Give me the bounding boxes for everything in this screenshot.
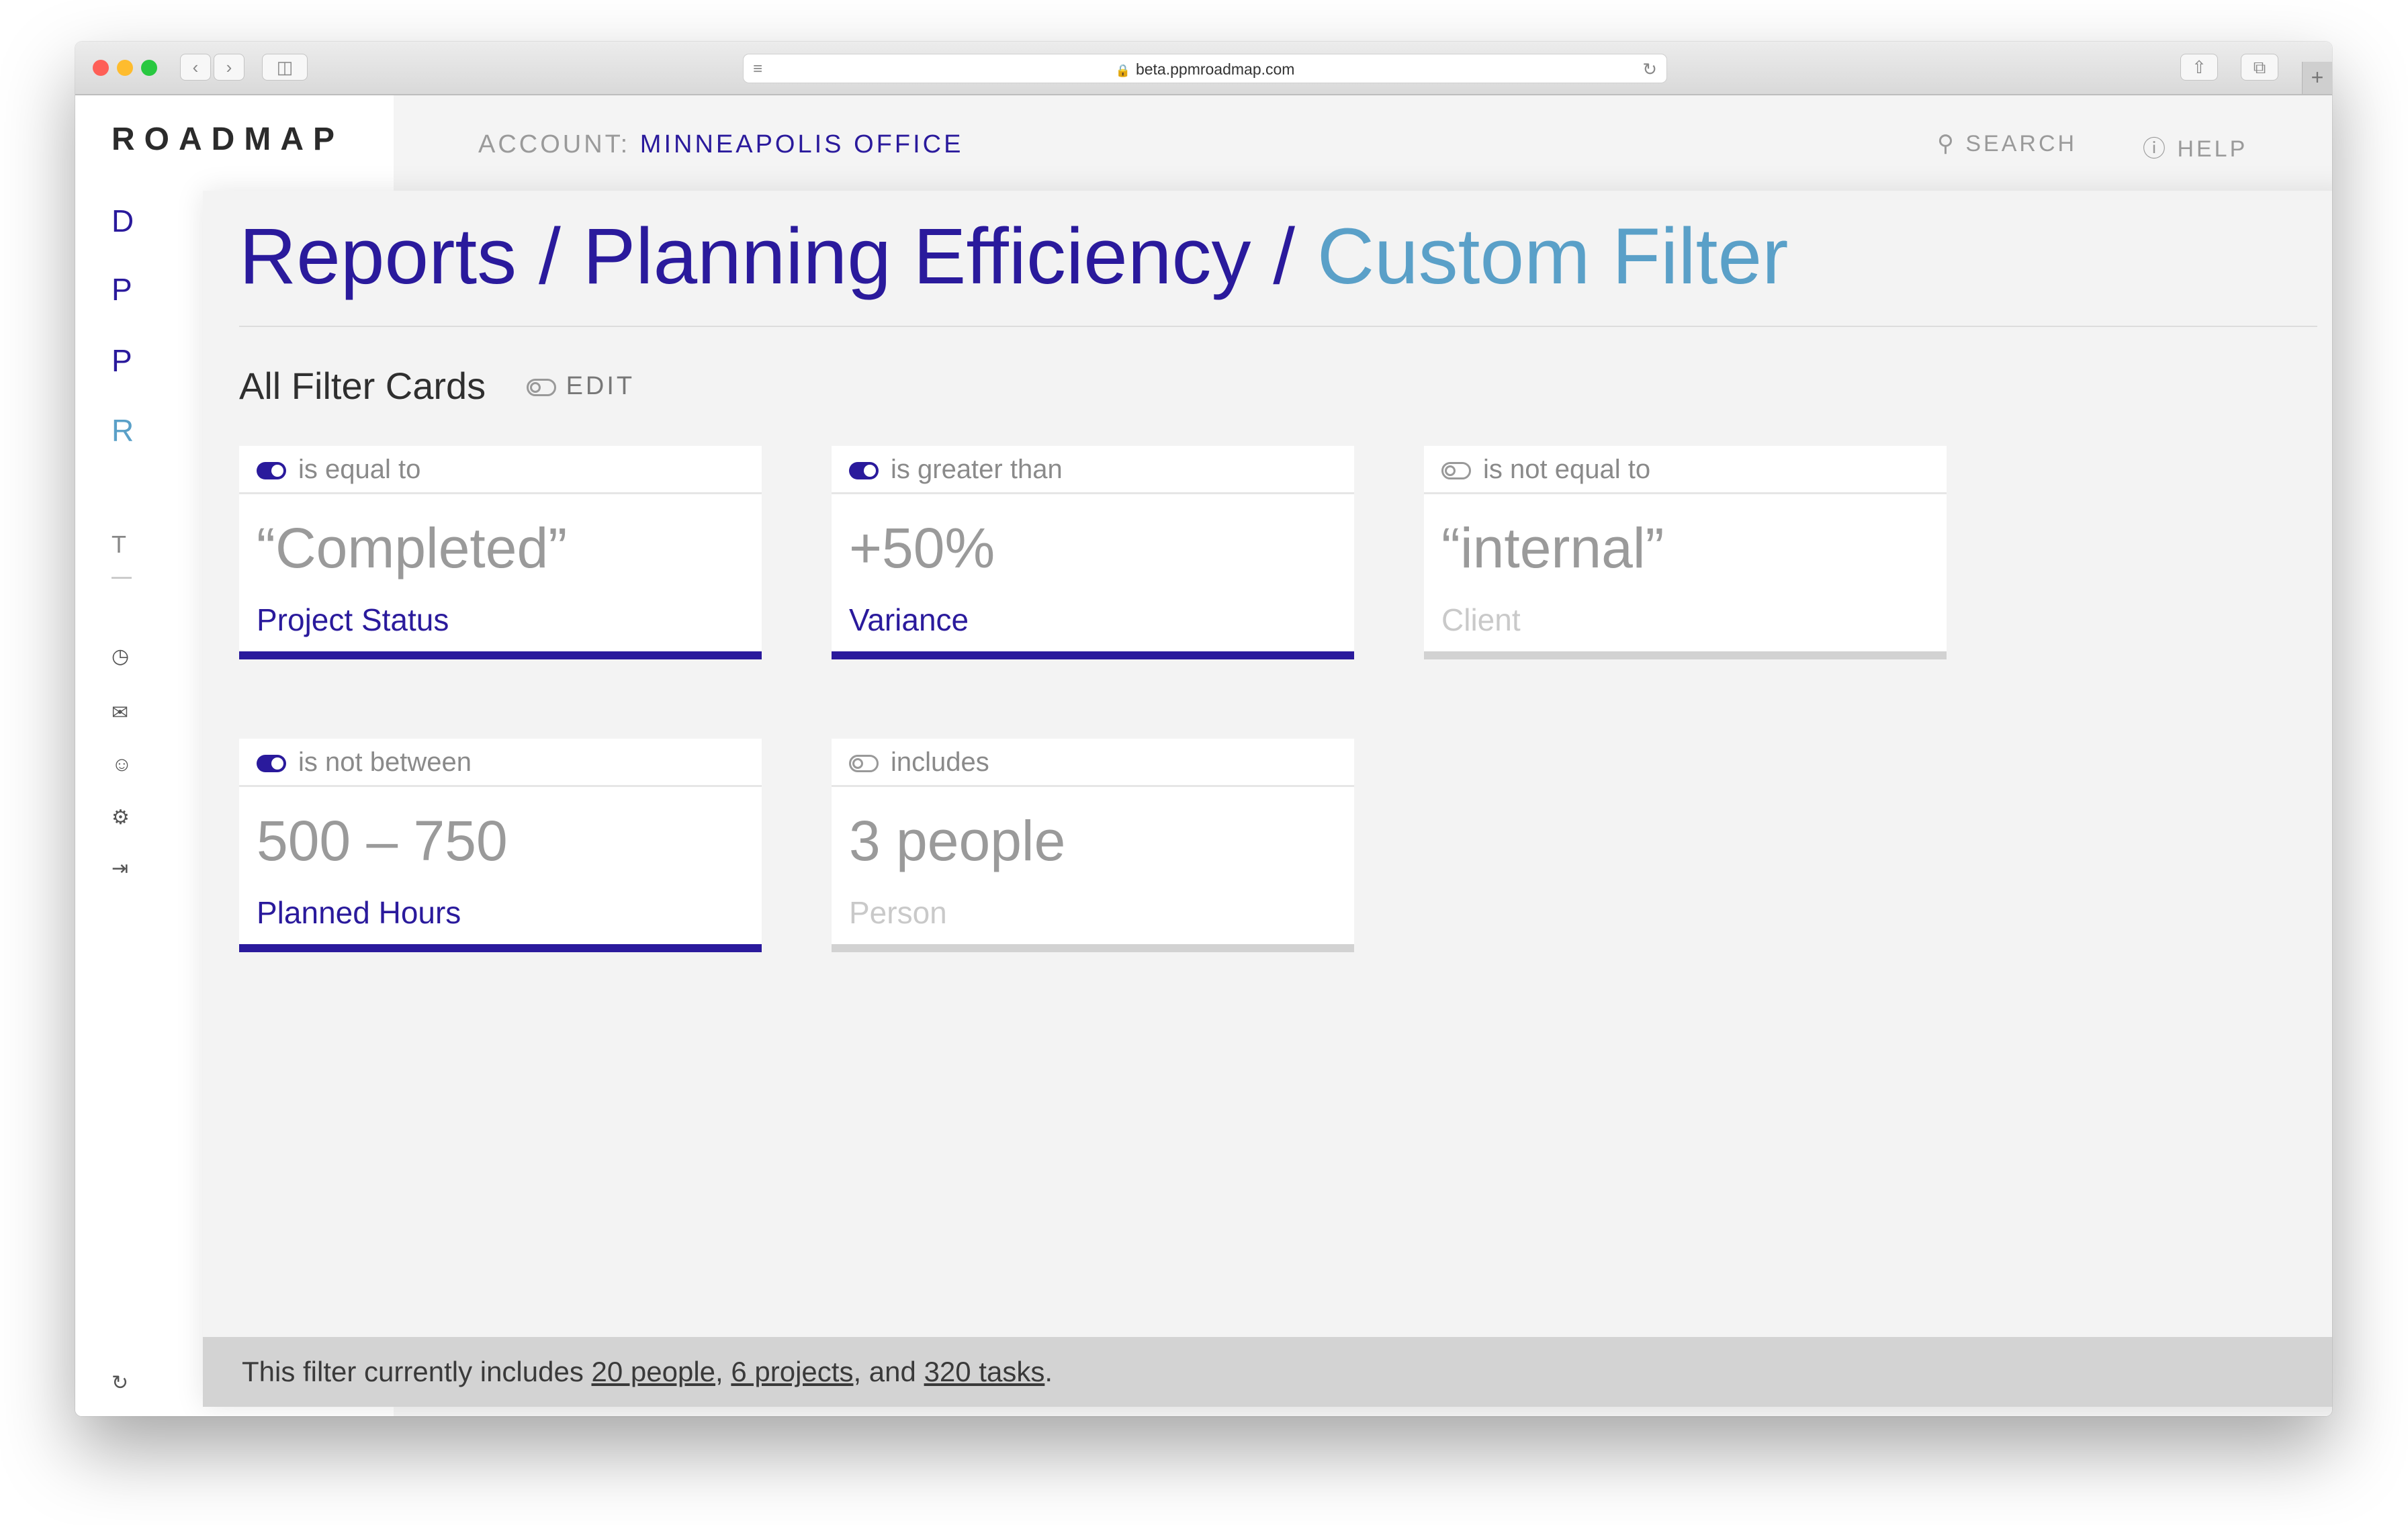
account-switcher[interactable]: ACCOUNT: MINNEAPOLIS OFFICE [478, 130, 963, 159]
card-status-bar [1424, 651, 1947, 659]
sidebar-section-label: T [112, 530, 126, 558]
breadcrumb-custom-filter: Custom Filter [1317, 212, 1789, 301]
search-icon: ⚲ [1937, 131, 1957, 156]
address-bar[interactable]: ≡ 🔒 beta.ppmroadmap.com ↻ [743, 54, 1667, 83]
filter-card-planned-hours[interactable]: is not between 500 – 750 Planned Hours [239, 739, 762, 952]
card-field: Client [1441, 602, 1521, 637]
toggle-off-icon[interactable] [1441, 462, 1471, 480]
breadcrumb-reports[interactable]: Reports [239, 212, 517, 301]
card-status-bar [832, 944, 1354, 952]
card-value: 3 people [849, 809, 1066, 872]
divider [239, 326, 2317, 327]
card-field: Planned Hours [257, 895, 461, 930]
card-header: includes [832, 739, 1354, 787]
card-value: “Completed” [257, 516, 568, 580]
card-operator: is greater than [891, 455, 1063, 484]
browser-toolbar: ‹ › ◫ ≡ 🔒 beta.ppmroadmap.com ↻ ⇧ ⧉ + [75, 42, 2332, 95]
mail-icon[interactable]: ✉ [112, 701, 128, 725]
lock-icon: 🔒 [1115, 64, 1130, 77]
breadcrumb-separator: / [538, 212, 583, 301]
custom-filter-modal: Reports / Planning Efficiency / Custom F… [203, 191, 2332, 1407]
new-tab-button[interactable]: + [2302, 62, 2332, 94]
filter-card-project-status[interactable]: is equal to “Completed” Project Status [239, 446, 762, 659]
toggle-off-icon[interactable] [849, 755, 879, 773]
card-operator: is not equal to [1483, 455, 1651, 484]
tabs-overview-icon[interactable]: ⧉ [2241, 54, 2278, 81]
account-label: ACCOUNT: [478, 130, 631, 158]
toggle-off-icon [527, 378, 556, 396]
minimize-window-button[interactable] [117, 60, 133, 76]
sidebar-item-1[interactable]: P [112, 271, 132, 308]
sidebar-divider [112, 577, 132, 579]
card-status-bar [239, 651, 762, 659]
user-icon[interactable]: ☺ [112, 753, 132, 776]
logout-icon[interactable]: ⇥ [112, 857, 128, 880]
card-field: Variance [849, 602, 969, 637]
summary-prefix: This filter currently includes [242, 1356, 592, 1387]
forward-button[interactable]: › [214, 54, 244, 81]
sidebar-item-0[interactable]: D [112, 203, 134, 239]
card-field: Person [849, 895, 947, 930]
zoom-window-button[interactable] [141, 60, 157, 76]
brand-logo: ROADMAP [112, 122, 344, 157]
card-value: “internal” [1441, 516, 1664, 580]
edit-toggle[interactable]: EDIT [527, 372, 635, 401]
card-operator: is equal to [298, 455, 421, 484]
breadcrumb: Reports / Planning Efficiency / Custom F… [239, 211, 1788, 302]
browser-window: ‹ › ◫ ≡ 🔒 beta.ppmroadmap.com ↻ ⇧ ⧉ + ROA… [75, 42, 2332, 1416]
share-icon[interactable]: ⇧ [2180, 54, 2218, 81]
sidebar-item-2[interactable]: P [112, 342, 132, 379]
card-status-bar [239, 944, 762, 952]
summary-separator: , [715, 1356, 731, 1387]
card-operator: includes [891, 747, 989, 777]
help-link[interactable]: ⓘ HELP [2143, 130, 2247, 163]
summary-suffix: . [1044, 1356, 1053, 1387]
toggle-on-icon[interactable] [849, 462, 879, 480]
tasks-count-link[interactable]: 320 tasks [924, 1356, 1045, 1387]
clock-icon[interactable]: ◷ [112, 645, 129, 668]
card-header: is not between [239, 739, 762, 787]
gear-icon[interactable]: ⚙ [112, 806, 130, 829]
help-icon: ⓘ [2143, 136, 2168, 162]
people-count-link[interactable]: 20 people [592, 1356, 716, 1387]
summary-separator: , and [853, 1356, 924, 1387]
back-button[interactable]: ‹ [180, 54, 211, 81]
reload-icon[interactable]: ↻ [1642, 54, 1657, 84]
section-title: All Filter Cards [239, 365, 486, 407]
card-status-bar [832, 651, 1354, 659]
filter-card-variance[interactable]: is greater than +50% Variance [832, 446, 1354, 659]
card-header: is equal to [239, 446, 762, 494]
card-value: +50% [849, 516, 995, 580]
sync-icon[interactable]: ↻ [112, 1371, 128, 1395]
edit-label: EDIT [566, 372, 635, 400]
filter-summary-footer: This filter currently includes 20 people… [203, 1337, 2332, 1407]
card-header: is not equal to [1424, 446, 1947, 494]
card-header: is greater than [832, 446, 1354, 494]
card-value: 500 – 750 [257, 809, 508, 872]
filter-card-client[interactable]: is not equal to “internal” Client [1424, 446, 1947, 659]
sidebar-item-3[interactable]: R [112, 412, 134, 449]
search-label: SEARCH [1965, 131, 2078, 156]
close-window-button[interactable] [93, 60, 109, 76]
breadcrumb-planning-efficiency[interactable]: Planning Efficiency [583, 212, 1251, 301]
sidebar-toggle-icon[interactable]: ◫ [262, 54, 308, 81]
card-operator: is not between [298, 747, 472, 777]
search-link[interactable]: ⚲ SEARCH [1937, 130, 2077, 157]
card-field: Project Status [257, 602, 449, 637]
filter-card-person[interactable]: includes 3 people Person [832, 739, 1354, 952]
breadcrumb-separator: / [1273, 212, 1317, 301]
toggle-on-icon[interactable] [257, 755, 286, 773]
help-label: HELP [2177, 136, 2248, 162]
projects-count-link[interactable]: 6 projects [731, 1356, 853, 1387]
account-name: MINNEAPOLIS OFFICE [639, 130, 964, 158]
url-text: beta.ppmroadmap.com [1135, 60, 1295, 78]
toggle-on-icon[interactable] [257, 462, 286, 480]
